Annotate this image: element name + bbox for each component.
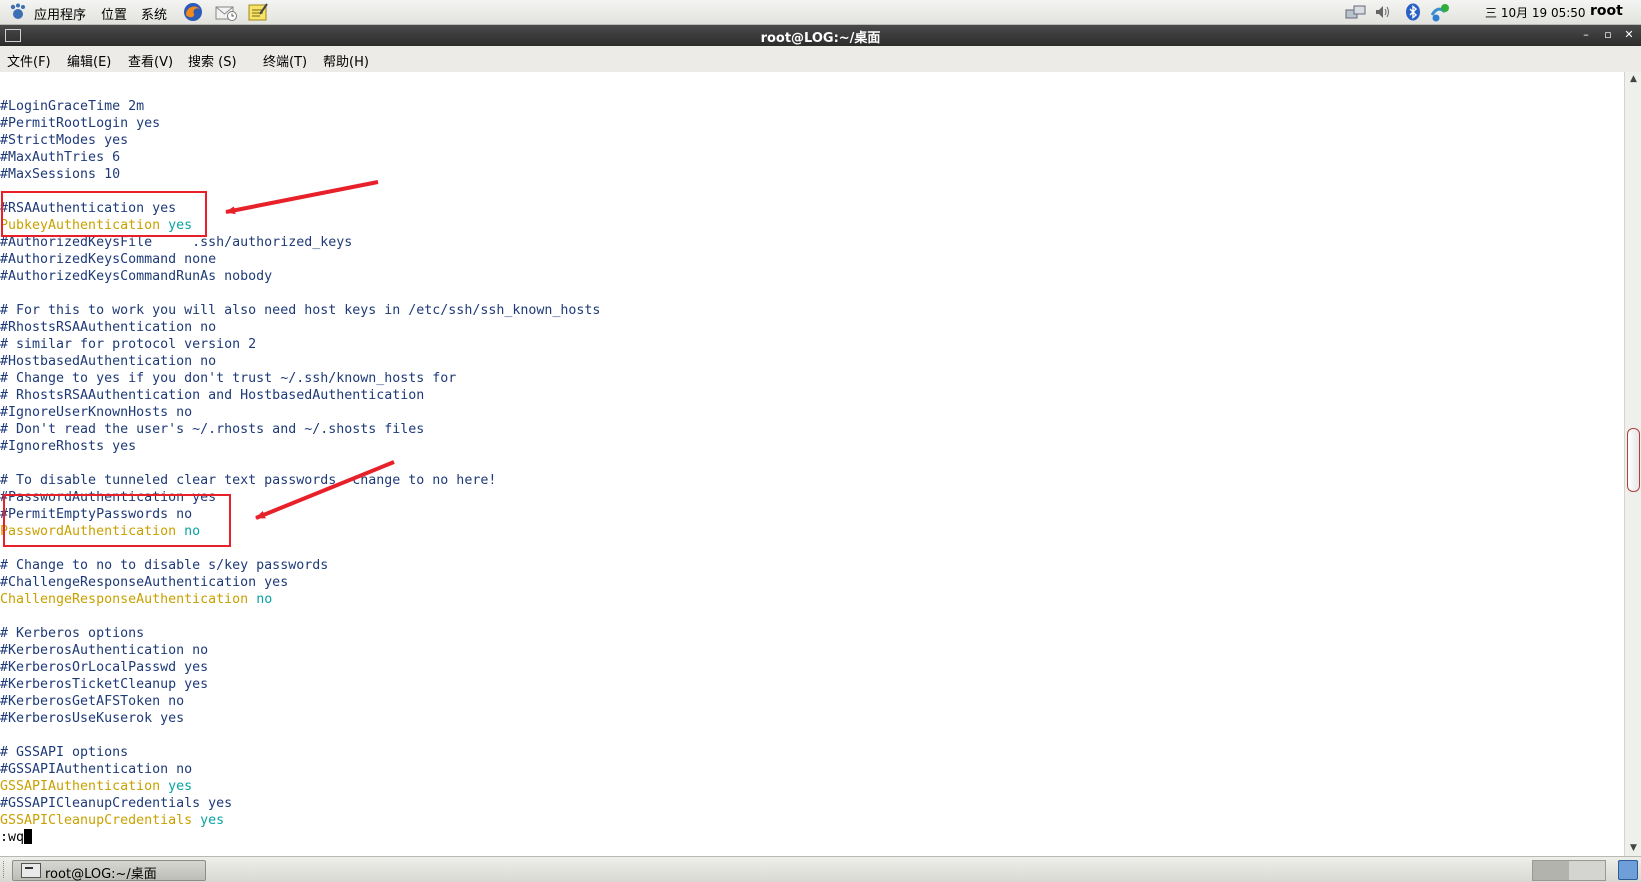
workspace-1[interactable] [1533, 861, 1569, 880]
clock[interactable]: 三 10月 19 05:50 [1485, 4, 1586, 21]
taskbar-item-label: root@LOG:~/桌面 [45, 867, 157, 882]
menu-system[interactable]: 系统 [141, 4, 167, 23]
menu-applications[interactable]: 应用程序 [34, 4, 86, 23]
terminal-line: #KerberosTicketCleanup yes [0, 677, 209, 692]
config-value: no [256, 592, 273, 607]
volume-icon[interactable] [1374, 3, 1392, 21]
terminal-line: # Kerberos options [0, 626, 145, 641]
bottom-panel: root@LOG:~/桌面 [0, 856, 1641, 882]
menu-search[interactable]: 搜索 (S) [188, 51, 237, 70]
terminal-line: #IgnoreUserKnownHosts no [0, 405, 193, 420]
terminal-line: #GSSAPIAuthentication no [0, 762, 193, 777]
config-key: ChallengeResponseAuthentication [0, 592, 249, 607]
maximize-button[interactable]: ▫ [1601, 27, 1615, 43]
terminal-line: # To disable tunneled clear text passwor… [0, 473, 497, 488]
terminal-line: # GSSAPI options [0, 745, 129, 760]
menu-view[interactable]: 查看(V) [128, 51, 173, 70]
menu-edit[interactable]: 编辑(E) [67, 51, 111, 70]
scroll-up-icon[interactable]: ▲ [1626, 72, 1641, 87]
panel-handle [3, 861, 7, 878]
network-icon[interactable] [1345, 3, 1366, 21]
scrollbar-thumb[interactable] [1627, 428, 1640, 492]
command-line[interactable]: :wq [0, 829, 600, 846]
menu-terminal[interactable]: 终端(T) [263, 51, 307, 70]
close-button[interactable]: ✕ [1622, 27, 1636, 43]
terminal-line: ChallengeResponseAuthentication no [0, 591, 600, 608]
gnome-foot-icon[interactable] [8, 2, 28, 22]
workspace-switcher[interactable] [1532, 860, 1606, 881]
config-key: GSSAPICleanupCredentials [0, 813, 193, 828]
menu-places[interactable]: 位置 [101, 4, 127, 23]
terminal-line: #KerberosUseKuserok yes [0, 711, 185, 726]
scroll-down-icon[interactable]: ▼ [1626, 841, 1641, 856]
terminal-line: #KerberosAuthentication no [0, 643, 209, 658]
terminal-line: #GSSAPICleanupCredentials yes [0, 796, 233, 811]
terminal-line: GSSAPIAuthentication yes [0, 778, 600, 795]
window-title: root@LOG:~/桌面 [760, 31, 881, 46]
command-text: :wq [0, 830, 25, 845]
vertical-scrollbar[interactable]: ▲ ▼ [1624, 72, 1641, 856]
terminal-line: #AuthorizedKeysCommandRunAs nobody [0, 269, 273, 284]
top-panel: 应用程序 位置 系统 三 10月 19 05:50 root [0, 0, 1641, 25]
annotation-box-password [3, 494, 231, 547]
terminal-icon [21, 863, 41, 878]
terminal-line: #PermitRootLogin yes [0, 116, 161, 131]
terminal-line: # Change to yes if you don't trust ~/.ss… [0, 371, 457, 386]
trash-icon[interactable] [1618, 860, 1638, 880]
config-value: yes [168, 779, 193, 794]
terminal-line: # Don't read the user's ~/.rhosts and ~/… [0, 422, 425, 437]
text-cursor [24, 829, 33, 844]
text-editor-icon[interactable] [248, 2, 268, 22]
menubar: 文件(F) 编辑(E) 查看(V) 搜索 (S) 终端(T) 帮助(H) [0, 46, 1641, 73]
menu-file[interactable]: 文件(F) [7, 51, 51, 70]
terminal-line: #KerberosGetAFSToken no [0, 694, 185, 709]
terminal-line: #LoginGraceTime 2m [0, 99, 145, 114]
annotation-box-pubkey [1, 191, 207, 237]
terminal-line: #ChallengeResponseAuthentication yes [0, 575, 289, 590]
bluetooth-icon[interactable] [1404, 3, 1422, 21]
terminal-line: #IgnoreRhosts yes [0, 439, 137, 454]
window-titlebar[interactable]: root@LOG:~/桌面 – ▫ ✕ [0, 25, 1641, 46]
terminal-line: # similar for protocol version 2 [0, 337, 257, 352]
terminal-line: #AuthorizedKeysCommand none [0, 252, 217, 267]
user-menu[interactable]: root [1590, 3, 1623, 19]
minimize-button[interactable]: – [1579, 27, 1593, 43]
taskbar-terminal-item[interactable]: root@LOG:~/桌面 [12, 860, 206, 882]
terminal-line: #HostbasedAuthentication no [0, 354, 217, 369]
terminal-line: # RhostsRSAAuthentication and HostbasedA… [0, 388, 425, 403]
terminal-line: # For this to work you will also need ho… [0, 303, 601, 318]
update-notifier-icon[interactable] [1430, 3, 1449, 22]
evolution-mail-icon[interactable] [215, 2, 237, 22]
config-key: GSSAPIAuthentication [0, 779, 161, 794]
terminal-line: #KerberosOrLocalPasswd yes [0, 660, 209, 675]
terminal-view[interactable]: #LoginGraceTime 2m #PermitRootLogin yes #S… [0, 72, 1624, 856]
menu-help[interactable]: 帮助(H) [323, 51, 369, 70]
terminal-line: #StrictModes yes [0, 133, 129, 148]
terminal-line: #MaxSessions 10 [0, 167, 121, 182]
terminal-line: GSSAPICleanupCredentials yes [0, 812, 600, 829]
terminal-line: #RhostsRSAAuthentication no [0, 320, 217, 335]
terminal-line: #MaxAuthTries 6 [0, 150, 121, 165]
config-value: yes [200, 813, 225, 828]
terminal-line: # Change to no to disable s/key password… [0, 558, 329, 573]
firefox-icon[interactable] [183, 2, 203, 22]
